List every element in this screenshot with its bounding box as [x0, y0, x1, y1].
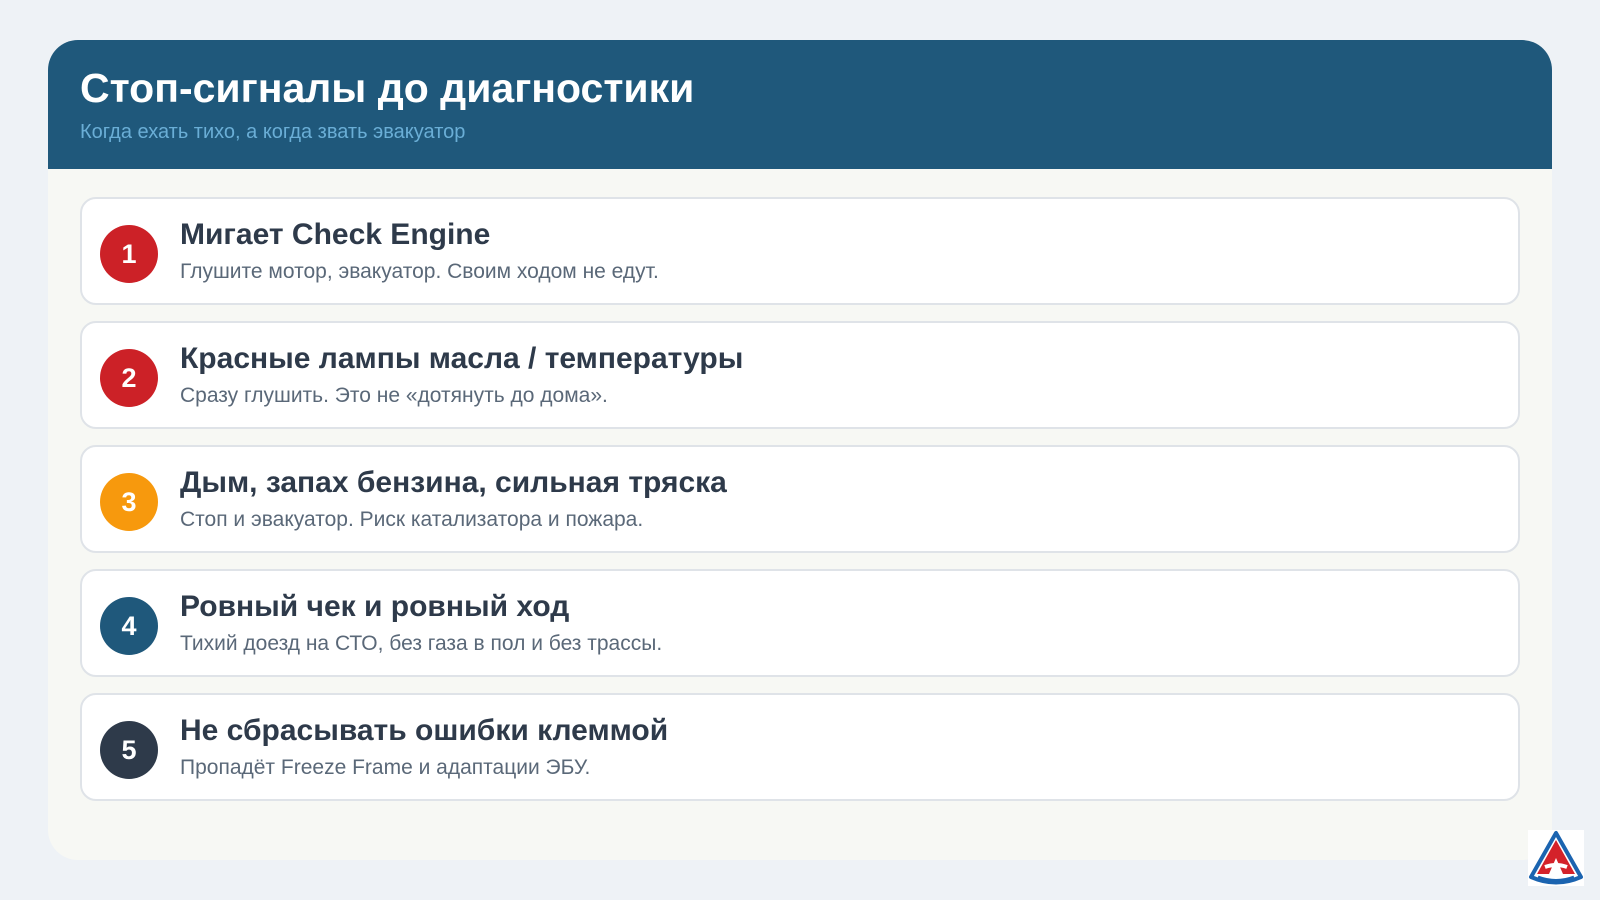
item-number-badge: 4	[100, 597, 158, 655]
signal-item: 1 Мигает Check Engine Глушите мотор, эва…	[80, 197, 1520, 305]
item-title: Не сбрасывать ошибки клеммой	[180, 714, 669, 747]
signal-item: 5 Не сбрасывать ошибки клеммой Пропадёт …	[80, 693, 1520, 801]
item-title: Дым, запах бензина, сильная тряска	[180, 466, 727, 499]
item-description: Тихий доезд на СТО, без газа в пол и без…	[180, 632, 663, 655]
item-description: Глушите мотор, эвакуатор. Своим ходом не…	[180, 260, 659, 283]
stop-signals-card: Стоп-сигналы до диагностики Когда ехать …	[48, 40, 1552, 860]
page-title: Стоп-сигналы до диагностики	[80, 65, 695, 111]
brand-logo-svg	[1529, 831, 1583, 885]
item-description: Сразу глушить. Это не «дотянуть до дома»…	[180, 384, 608, 407]
item-number-badge: 5	[100, 721, 158, 779]
item-title: Мигает Check Engine	[180, 218, 491, 251]
signal-item: 3 Дым, запах бензина, сильная тряска Сто…	[80, 445, 1520, 553]
item-number-badge: 1	[100, 225, 158, 283]
item-description: Стоп и эвакуатор. Риск катализатора и по…	[180, 508, 644, 531]
item-number-badge: 2	[100, 349, 158, 407]
signal-item: 4 Ровный чек и ровный ход Тихий доезд на…	[80, 569, 1520, 677]
brand-logo-icon	[1528, 830, 1584, 886]
signal-list: 1 Мигает Check Engine Глушите мотор, эва…	[80, 197, 1520, 817]
logo-crossbar	[1544, 863, 1568, 869]
card-header: Стоп-сигналы до диагностики Когда ехать …	[48, 40, 1552, 169]
item-number-badge: 3	[100, 473, 158, 531]
page-subtitle: Когда ехать тихо, а когда звать эвакуато…	[80, 121, 466, 143]
item-title: Ровный чек и ровный ход	[180, 590, 570, 623]
item-title: Красные лампы масла / температуры	[180, 342, 744, 375]
signal-item: 2 Красные лампы масла / температуры Сраз…	[80, 321, 1520, 429]
item-description: Пропадёт Freeze Frame и адаптации ЭБУ.	[180, 756, 591, 779]
logo-base-curve	[1537, 875, 1575, 882]
